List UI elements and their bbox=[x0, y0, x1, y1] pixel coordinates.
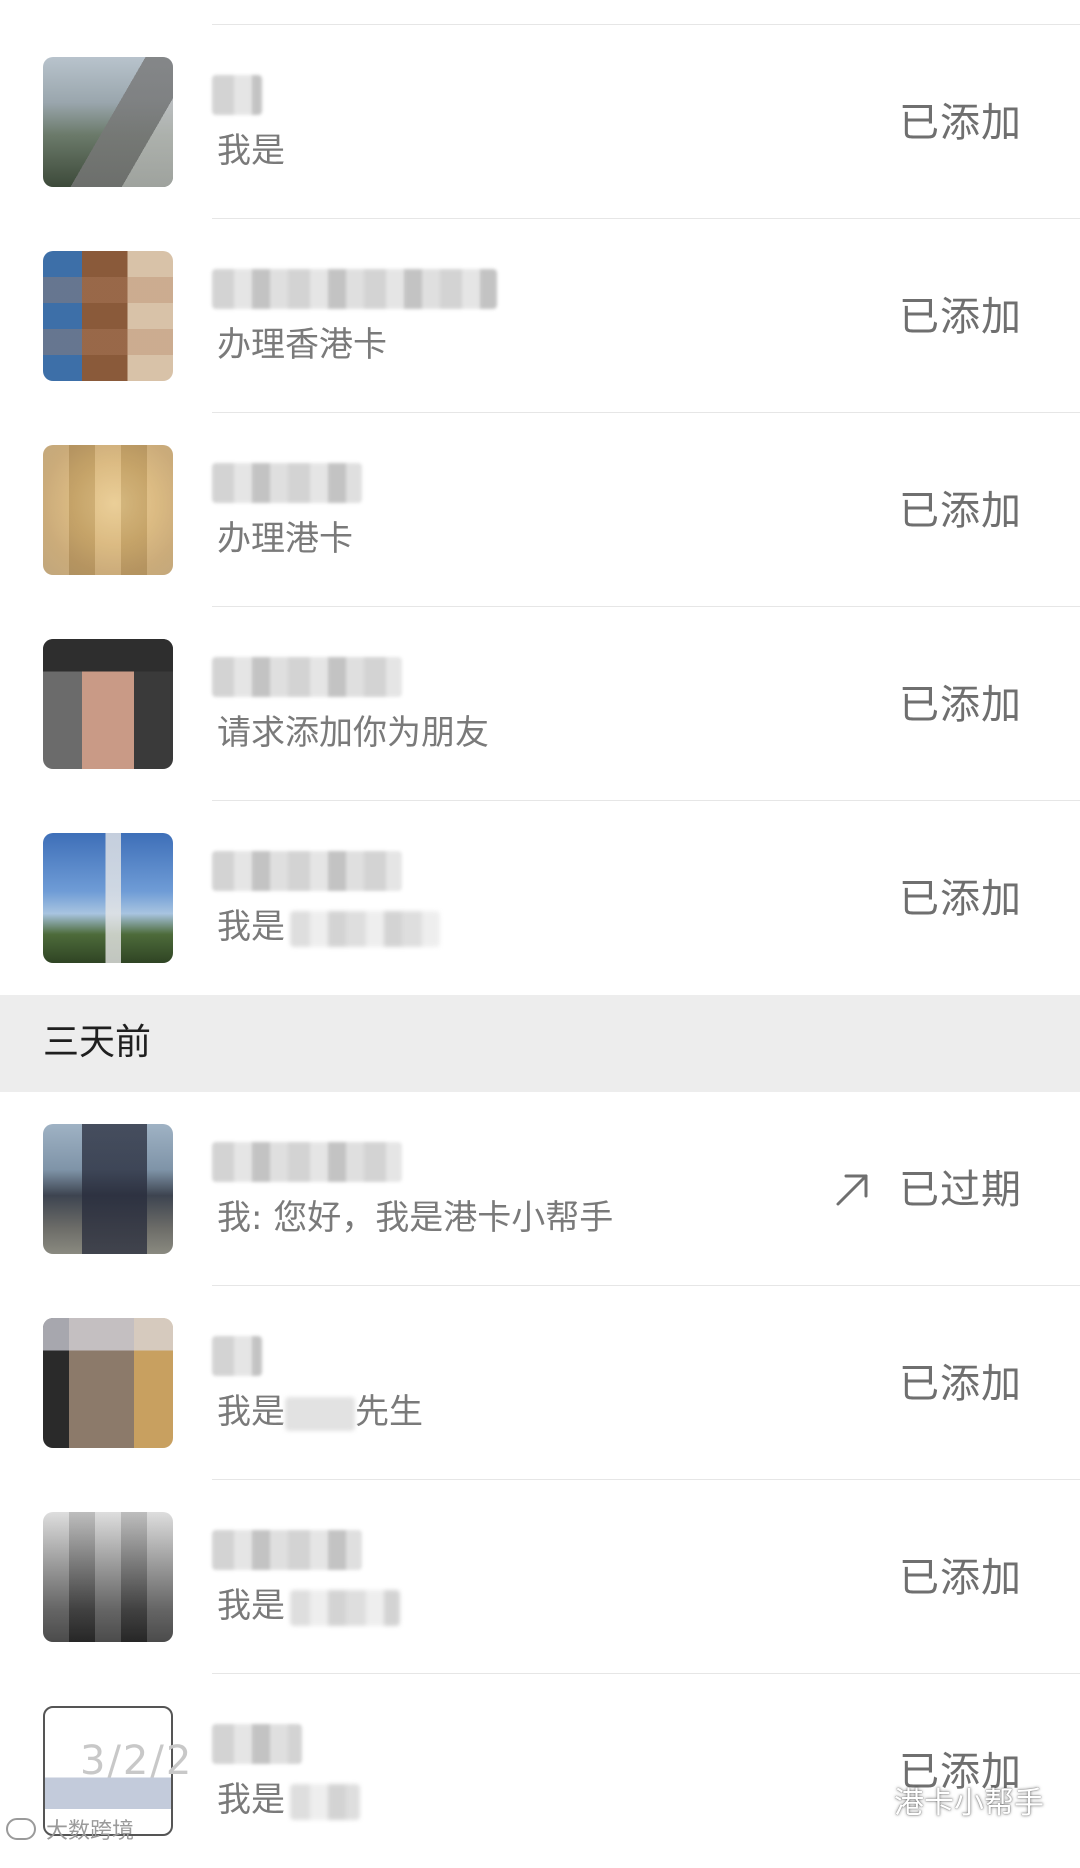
friend-request-row[interactable]: 请求添加你为朋友 已添加 bbox=[0, 607, 1080, 801]
status-added-label: 已添加 bbox=[899, 682, 1022, 728]
request-message-redacted bbox=[285, 1396, 355, 1431]
contact-name-redacted bbox=[212, 269, 497, 309]
arrow-up-right-icon bbox=[836, 1174, 868, 1206]
contact-name-redacted bbox=[212, 463, 362, 503]
avatar[interactable] bbox=[43, 445, 173, 575]
contact-name-redacted bbox=[212, 1530, 362, 1570]
request-message: 我是 bbox=[217, 1780, 285, 1820]
status-added-label: 已添加 bbox=[899, 488, 1022, 534]
weibo-icon bbox=[6, 1818, 36, 1840]
status-added-label: 已添加 bbox=[899, 1361, 1022, 1407]
request-message-redacted bbox=[290, 911, 440, 947]
contact-name-redacted bbox=[212, 1336, 262, 1376]
avatar[interactable] bbox=[43, 833, 173, 963]
contact-name-redacted bbox=[212, 851, 402, 891]
friend-request-list: 我是 已添加 办理香港卡 已添加 办理港卡 已添加 请求添加你为朋友 已添加 我… bbox=[0, 25, 1080, 1868]
contact-name-redacted bbox=[212, 75, 262, 115]
request-message-redacted bbox=[290, 1590, 400, 1626]
request-message: 我是 bbox=[217, 131, 285, 171]
section-header: 三天前 bbox=[0, 995, 1080, 1092]
status-added-label: 已添加 bbox=[899, 1555, 1022, 1601]
watermark-account-name: 港卡小帮手 bbox=[894, 1786, 1044, 1821]
request-message: 我是 先生 bbox=[217, 1390, 423, 1434]
request-message: 办理港卡 bbox=[217, 519, 353, 559]
status-expired-label: 已过期 bbox=[899, 1167, 1022, 1213]
avatar[interactable] bbox=[43, 1512, 173, 1642]
watermark-date: 3/2/2 bbox=[80, 1738, 194, 1784]
status-added-label: 已添加 bbox=[899, 100, 1022, 146]
avatar[interactable] bbox=[43, 57, 173, 187]
status-added-label: 已添加 bbox=[899, 876, 1022, 922]
avatar[interactable] bbox=[43, 1318, 173, 1448]
friend-request-row[interactable]: 我是 先生 已添加 bbox=[0, 1286, 1080, 1480]
friend-request-row[interactable]: 我是 已添加 bbox=[0, 25, 1080, 219]
section-header-label: 三天前 bbox=[43, 1022, 152, 1063]
friend-request-row[interactable]: 我是 已添加 bbox=[0, 801, 1080, 995]
request-message: 我是 bbox=[217, 907, 285, 947]
avatar[interactable] bbox=[43, 1124, 173, 1254]
watermark-account: 港卡小帮手 bbox=[844, 1778, 1044, 1822]
status-added-label: 已添加 bbox=[899, 294, 1022, 340]
contact-name-redacted bbox=[212, 1724, 302, 1764]
request-message: 请求添加你为朋友 bbox=[217, 713, 489, 753]
request-message-prefix: 我是 bbox=[217, 1392, 285, 1432]
contact-name-redacted bbox=[212, 657, 402, 697]
friend-request-row[interactable]: 我是 已添加 bbox=[0, 1480, 1080, 1674]
request-message: 我: 您好，我是港卡小帮手 bbox=[217, 1198, 614, 1238]
friend-request-row[interactable]: 我: 您好，我是港卡小帮手 已过期 bbox=[0, 1092, 1080, 1286]
friend-request-row[interactable]: 办理香港卡 已添加 bbox=[0, 219, 1080, 413]
avatar[interactable] bbox=[43, 639, 173, 769]
request-message: 办理香港卡 bbox=[217, 325, 387, 365]
friend-request-row[interactable]: 办理港卡 已添加 bbox=[0, 413, 1080, 607]
request-message-suffix: 先生 bbox=[355, 1392, 423, 1432]
wechat-icon bbox=[844, 1785, 884, 1813]
request-message: 我是 bbox=[217, 1586, 285, 1626]
request-message-redacted bbox=[290, 1784, 360, 1820]
avatar[interactable] bbox=[43, 251, 173, 381]
watermark-source: 大数跨境 bbox=[6, 1814, 134, 1844]
contact-name-redacted bbox=[212, 1142, 402, 1182]
watermark-source-label: 大数跨境 bbox=[46, 1819, 135, 1844]
